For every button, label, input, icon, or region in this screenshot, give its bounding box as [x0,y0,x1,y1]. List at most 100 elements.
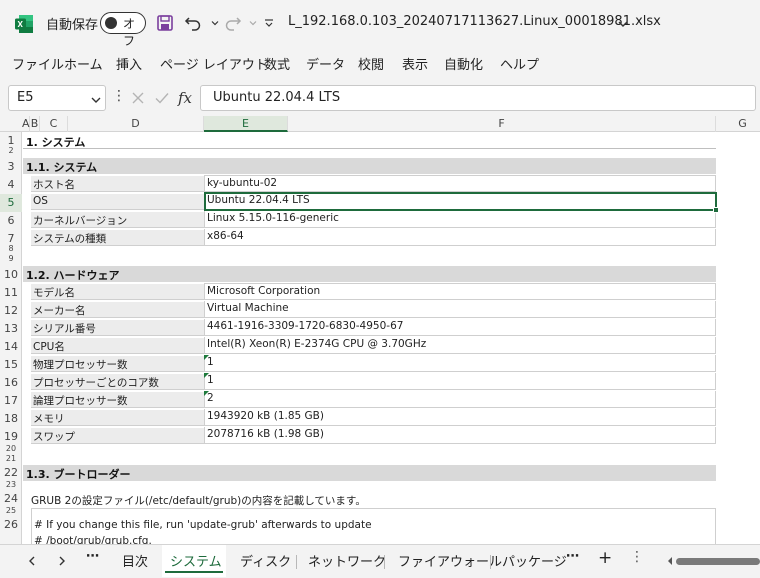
label-cell[interactable]: CPU名 [31,338,204,354]
value-cell[interactable]: 2 [204,391,716,408]
row-header[interactable]: 9 [0,254,22,263]
label-cell[interactable]: シリアル番号 [31,320,204,336]
sheet-tab-packages[interactable]: パッケージ [502,551,567,570]
row-header[interactable]: 3 [0,160,22,173]
col-header-c[interactable]: C [40,116,68,132]
row-header[interactable]: 26 [0,518,22,531]
label-cell[interactable]: OS [31,194,204,210]
number-as-text-indicator[interactable] [204,355,209,360]
tab-insert[interactable]: 挿入 [116,54,142,73]
chevron-down-icon[interactable] [89,92,103,106]
row-header[interactable]: 25 [0,506,22,515]
label-cell[interactable]: プロセッサーごとのコア数 [31,374,204,390]
sheet-tab-network[interactable]: ネットワーク [308,551,386,570]
col-header-d[interactable]: D [68,116,204,132]
label-cell[interactable]: システムの種類 [31,230,204,246]
undo-icon[interactable] [182,12,204,34]
col-header-f[interactable]: F [288,116,716,132]
tab-automate[interactable]: 自動化 [444,54,483,73]
row-header[interactable]: 11 [0,286,22,299]
tab-help[interactable]: ヘルプ [500,54,539,73]
formula-bar-dots[interactable]: ⋮ [112,88,126,104]
row-header[interactable]: 21 [0,454,22,463]
cancel-icon[interactable] [128,86,148,110]
label-cell[interactable]: スワップ [31,428,204,444]
row-header[interactable]: 15 [0,358,22,371]
row-header[interactable]: 6 [0,214,22,227]
label-cell[interactable]: カーネルバージョン [31,212,204,228]
row-header[interactable]: 17 [0,394,22,407]
value-cell[interactable]: x86-64 [204,229,716,246]
active-cell-selection[interactable] [204,192,717,211]
sheet-tab-toc[interactable]: 目次 [122,551,148,570]
number-as-text-indicator[interactable] [204,373,209,378]
tab-view[interactable]: 表示 [402,54,428,73]
add-sheet-icon[interactable]: + [598,548,612,568]
value-cell[interactable]: 2078716 kB (1.98 GB) [204,427,716,444]
label-cell[interactable]: モデル名 [31,284,204,300]
prev-sheet-icon[interactable] [24,553,40,569]
row-header-selected[interactable]: 5 [0,194,22,212]
value-cell[interactable]: 1 [204,373,716,390]
row-header[interactable]: 12 [0,304,22,317]
save-icon[interactable] [154,12,176,34]
row-header[interactable]: 4 [0,178,22,191]
value-cell[interactable]: ky-ubuntu-02 [204,175,716,192]
name-box[interactable]: E5 [8,85,106,111]
value-cell[interactable]: 4461-1916-3309-1720-6830-4950-67 [204,319,716,336]
enter-icon[interactable] [152,86,172,110]
tab-data[interactable]: データ [306,54,345,73]
row-header[interactable]: 20 [0,444,22,453]
worksheet-grid[interactable]: A B C D E F G 1 2 3 4 5 6 7 8 9 10 11 12… [0,116,760,544]
row-header[interactable]: 13 [0,322,22,335]
label-cell[interactable]: メーカー名 [31,302,204,318]
sheet-tab-system[interactable]: システム [170,551,222,570]
tab-formulas[interactable]: 数式 [264,54,290,73]
value-cell[interactable]: 1 [204,355,716,372]
scrollbar-thumb[interactable] [676,558,760,565]
number-as-text-indicator[interactable] [204,391,209,396]
more-sheets-icon[interactable]: ⋯ [566,549,579,564]
row-header[interactable]: 8 [0,244,22,253]
label-cell[interactable]: ホスト名 [31,176,204,192]
row-header[interactable]: 23 [0,480,22,489]
fill-handle[interactable] [713,207,719,213]
label-cell[interactable]: 論理プロセッサー数 [31,392,204,408]
value-cell[interactable]: Microsoft Corporation [204,283,716,300]
document-title[interactable]: L_192.168.0.103_20240717113627.Linux_000… [288,14,661,29]
tab-page-layout[interactable]: ページ レイアウト [160,54,268,73]
row-header[interactable]: 18 [0,412,22,425]
tab-home[interactable]: ホーム [64,54,103,73]
tab-review[interactable]: 校閲 [358,54,384,73]
sheet-tab-disk[interactable]: ディスク [240,551,291,570]
value-cell[interactable]: Intel(R) Xeon(R) E-2374G CPU @ 3.70GHz [204,337,716,354]
scroll-left-icon[interactable] [666,555,674,567]
row-header[interactable]: 16 [0,376,22,389]
value-cell[interactable]: 1943920 kB (1.85 GB) [204,409,716,426]
redo-icon[interactable] [222,12,244,34]
value-cell[interactable]: Linux 5.15.0-116-generic [204,211,716,228]
value-cell[interactable]: Virtual Machine [204,301,716,318]
label-cell[interactable]: 物理プロセッサー数 [31,356,204,372]
tab-file[interactable]: ファイル [12,54,64,73]
grub-config-box[interactable]: # If you change this file, run 'update-g… [31,508,716,544]
customize-qat-icon[interactable] [258,12,280,34]
sheet-tab-firewall[interactable]: ファイアウォール [398,551,502,570]
row-header[interactable]: 24 [0,492,22,505]
bootloader-description[interactable]: GRUB 2の設定ファイル(/etc/default/grub)の内容を記載して… [31,493,366,508]
tab-options-dots-icon[interactable]: ⋮ [630,549,644,565]
col-header-a[interactable]: A [22,116,30,132]
formula-input[interactable]: Ubuntu 22.04.4 LTS [200,85,756,111]
more-sheets-left-icon[interactable]: ⋯ [86,549,99,564]
next-sheet-icon[interactable] [54,553,70,569]
autosave-toggle[interactable]: オフ [100,12,146,48]
col-header-b[interactable]: B [30,116,40,132]
label-cell[interactable]: メモリ [31,410,204,426]
row-header[interactable]: 10 [0,268,22,281]
row-header[interactable]: 19 [0,430,22,443]
row-header[interactable]: 22 [0,466,22,479]
chevron-down-icon[interactable] [616,16,630,30]
col-header-e[interactable]: E [204,116,288,132]
horizontal-scrollbar[interactable] [666,555,760,567]
row-header[interactable]: 14 [0,340,22,353]
